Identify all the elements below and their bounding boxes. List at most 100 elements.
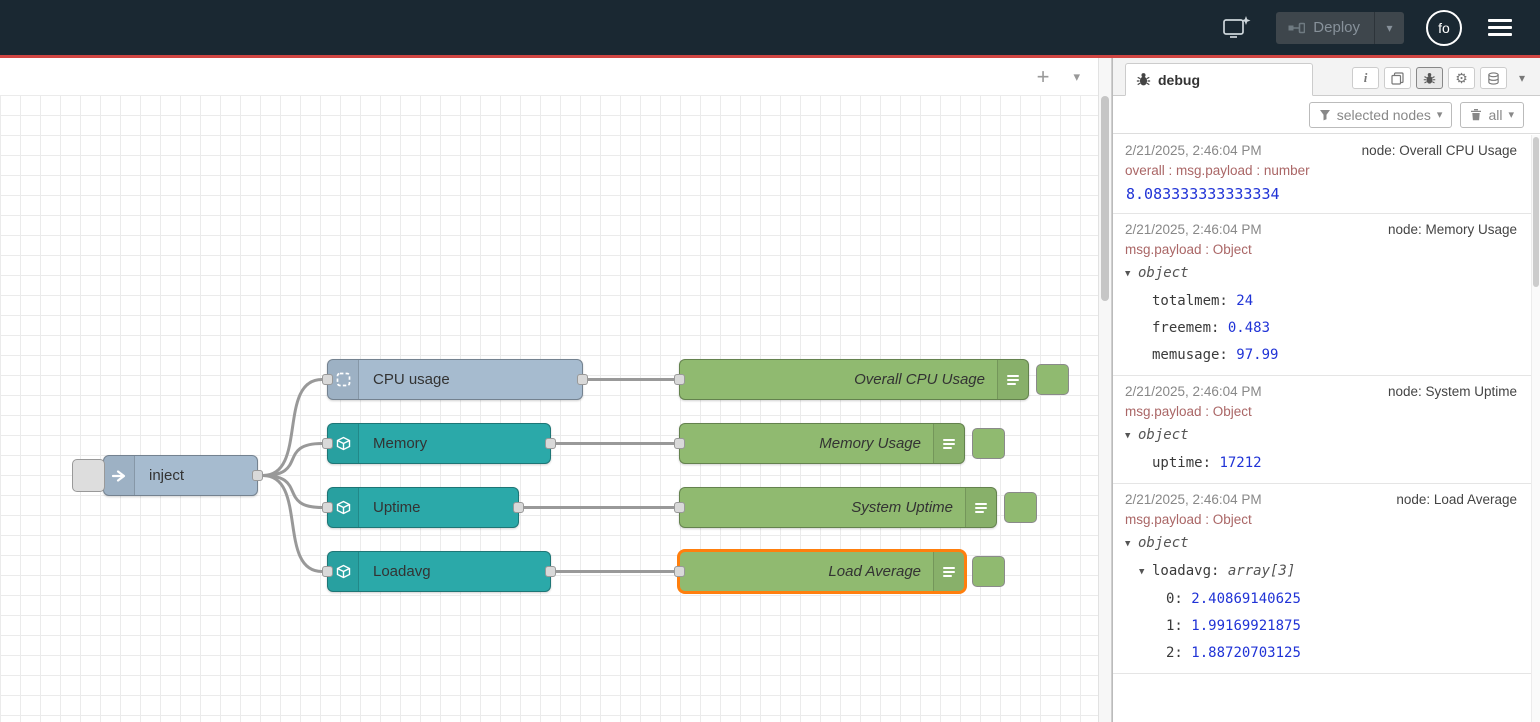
node-debug-load-average[interactable]: Load Average (679, 551, 965, 592)
output-port[interactable] (545, 438, 556, 449)
deploy-options-caret[interactable]: ▾ (1374, 12, 1404, 44)
menu-icon (1488, 19, 1512, 22)
sidebar-menu-button[interactable]: ▾ (1512, 67, 1532, 89)
tab-debug[interactable]: debug (1125, 63, 1313, 96)
sidebar-tabbar: debug i (1113, 58, 1540, 96)
debug-enable-toggle[interactable] (972, 556, 1005, 587)
node-label: CPU usage (359, 360, 582, 399)
debug-console-icon (997, 360, 1028, 399)
debug-row: 2: 1.88720703125 (1125, 640, 1517, 667)
property-value: 2.40869140625 (1191, 591, 1301, 607)
node-loadavg[interactable]: Loadavg (327, 551, 551, 592)
property-value: 8.083333333333334 (1126, 185, 1280, 203)
property-value: 97.99 (1236, 347, 1278, 363)
deploy-main[interactable]: Deploy (1276, 12, 1374, 44)
node-debug-memory[interactable]: Memory Usage (679, 423, 965, 464)
node-uptime[interactable]: Uptime (327, 487, 519, 528)
inject-trigger-button[interactable] (72, 459, 105, 492)
node-inject[interactable]: inject (103, 455, 258, 496)
output-port[interactable] (252, 470, 263, 481)
node-cpu-usage[interactable]: CPU usage (327, 359, 583, 400)
filter-nodes-button[interactable]: selected nodes ▾ (1309, 102, 1453, 128)
assistant-button[interactable] (1220, 13, 1254, 43)
node-red-app: Deploy ▾ fo (0, 0, 1540, 722)
output-port[interactable] (545, 566, 556, 577)
message-path: msg.payload : Object (1125, 510, 1517, 529)
property-key: 2: (1166, 645, 1191, 661)
config-tab-button[interactable]: ⚙ (1448, 67, 1475, 89)
message-meta: 2/21/2025, 2:46:04 PMnode: System Uptime (1125, 382, 1517, 402)
message-node-name: node: System Uptime (1388, 382, 1517, 402)
sidebar-tab-buttons: i ⚙ (1352, 67, 1532, 95)
property-key: totalmem: (1152, 293, 1236, 309)
avatar-initials: fo (1438, 20, 1450, 36)
input-port[interactable] (674, 438, 685, 449)
value-type: object (1138, 535, 1189, 551)
debug-row: 8.083333333333334 (1125, 181, 1517, 207)
node-label: inject (135, 456, 257, 495)
debug-message: 2/21/2025, 2:46:04 PMnode: Memory Usagem… (1113, 214, 1531, 376)
info-tab-button[interactable]: i (1352, 67, 1379, 89)
message-node-name: node: Overall CPU Usage (1362, 141, 1517, 161)
property-value: 17212 (1219, 455, 1261, 471)
node-label: Uptime (359, 488, 518, 527)
input-port[interactable] (322, 566, 333, 577)
property-value: 1.88720703125 (1191, 645, 1301, 661)
chevron-down-icon: ▾ (1386, 21, 1392, 35)
expand-caret-icon[interactable]: ▼ (1139, 559, 1152, 586)
deploy-label: Deploy (1313, 19, 1360, 36)
output-port[interactable] (577, 374, 588, 385)
debug-tab-button[interactable] (1416, 67, 1443, 89)
canvas-scrollbar[interactable] (1098, 58, 1112, 722)
flow-canvas[interactable]: + ▾ inject CPU usage Memory (0, 58, 1098, 722)
deploy-icon (1288, 21, 1305, 35)
workspace-toolbar: + ▾ (0, 58, 1098, 95)
input-port[interactable] (322, 438, 333, 449)
expand-caret-icon[interactable]: ▼ (1125, 261, 1138, 288)
tab-debug-label: debug (1158, 72, 1200, 88)
input-port[interactable] (674, 502, 685, 513)
debug-enable-toggle[interactable] (972, 428, 1005, 459)
context-tab-button[interactable] (1480, 67, 1507, 89)
message-timestamp: 2/21/2025, 2:46:04 PM (1125, 490, 1262, 510)
debug-enable-toggle[interactable] (1004, 492, 1037, 523)
node-label: Load Average (680, 552, 933, 591)
input-port[interactable] (674, 374, 685, 385)
property-value: 24 (1236, 293, 1253, 309)
database-icon (1487, 72, 1500, 85)
node-debug-uptime[interactable]: System Uptime (679, 487, 997, 528)
output-port[interactable] (513, 502, 524, 513)
gear-icon: ⚙ (1455, 70, 1468, 87)
property-key: freemem: (1152, 320, 1228, 336)
sidebar-scrollbar[interactable] (1531, 135, 1540, 722)
node-debug-overall-cpu[interactable]: Overall CPU Usage (679, 359, 1029, 400)
property-key: 1: (1166, 618, 1191, 634)
deploy-button[interactable]: Deploy ▾ (1276, 12, 1404, 44)
canvas-scrollbar-thumb[interactable] (1101, 96, 1109, 301)
menu-button[interactable] (1484, 15, 1516, 40)
node-memory[interactable]: Memory (327, 423, 551, 464)
message-timestamp: 2/21/2025, 2:46:04 PM (1125, 220, 1262, 240)
debug-enable-toggle[interactable] (1036, 364, 1069, 395)
user-avatar[interactable]: fo (1426, 10, 1462, 46)
property-value: 0.483 (1228, 320, 1270, 336)
input-port[interactable] (322, 502, 333, 513)
filter-nodes-label: selected nodes (1337, 107, 1431, 123)
message-node-name: node: Memory Usage (1388, 220, 1517, 240)
property-key: uptime: (1152, 455, 1219, 471)
help-tab-button[interactable] (1384, 67, 1411, 89)
input-port[interactable] (322, 374, 333, 385)
debug-message: 2/21/2025, 2:46:04 PMnode: System Uptime… (1113, 376, 1531, 484)
message-path: msg.payload : Object (1125, 240, 1517, 259)
expand-caret-icon[interactable]: ▼ (1125, 531, 1138, 558)
debug-row: ▼object (1125, 422, 1517, 450)
input-port[interactable] (674, 566, 685, 577)
expand-caret-icon[interactable]: ▼ (1125, 423, 1138, 450)
add-flow-button[interactable]: + (1037, 66, 1050, 88)
sidebar-scrollbar-thumb[interactable] (1533, 137, 1539, 287)
bug-icon (1423, 72, 1436, 85)
clear-messages-button[interactable]: all ▾ (1460, 102, 1524, 128)
debug-row: memusage: 97.99 (1125, 342, 1517, 369)
bug-icon (1136, 72, 1151, 87)
flow-list-button[interactable]: ▾ (1073, 69, 1080, 85)
